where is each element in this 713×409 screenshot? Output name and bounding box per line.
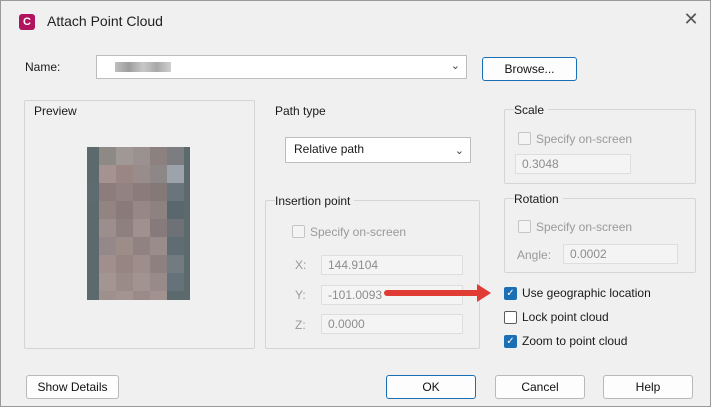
rotation-label: Rotation (514, 192, 563, 206)
dialog-title: Attach Point Cloud (47, 13, 163, 29)
attach-point-cloud-dialog: C Attach Point Cloud ✕ Name: ⌄ Browse...… (0, 0, 711, 407)
annotation-arrow-head (477, 284, 491, 302)
chevron-down-icon: ⌄ (454, 145, 464, 157)
y-label: Y: (295, 288, 306, 302)
browse-button[interactable]: Browse... (482, 57, 577, 81)
scale-specify-label: Specify on-screen (536, 132, 633, 146)
scale-specify-checkbox[interactable] (518, 132, 531, 145)
title-bar: C Attach Point Cloud ✕ (1, 1, 710, 41)
close-icon[interactable]: ✕ (681, 9, 701, 29)
preview-label: Preview (34, 104, 77, 118)
show-details-button[interactable]: Show Details (26, 375, 119, 399)
path-type-label: Path type (275, 104, 326, 118)
zoom-to-point-cloud-checkbox[interactable]: ✓ (504, 335, 517, 348)
x-label: X: (295, 258, 307, 272)
scale-field[interactable]: 0.3048 (515, 154, 631, 174)
angle-field[interactable]: 0.0002 (563, 244, 678, 264)
app-icon: C (19, 14, 35, 30)
lock-point-cloud-label: Lock point cloud (522, 310, 609, 324)
name-combo[interactable]: ⌄ (96, 55, 467, 79)
insertion-specify-label: Specify on-screen (310, 225, 407, 239)
ok-button[interactable]: OK (386, 375, 476, 399)
insertion-specify-checkbox[interactable] (292, 225, 305, 238)
scale-label: Scale (514, 103, 549, 117)
use-geographic-label: Use geographic location (522, 286, 651, 300)
chevron-down-icon: ⌄ (450, 60, 460, 72)
rotation-specify-label: Specify on-screen (536, 220, 633, 234)
x-field[interactable]: 144.9104 (321, 255, 463, 275)
angle-label: Angle: (517, 248, 552, 262)
z-field[interactable]: 0.0000 (321, 314, 463, 334)
insertion-point-label: Insertion point (275, 194, 355, 208)
use-geographic-checkbox[interactable]: ✓ (504, 287, 517, 300)
rotation-specify-checkbox[interactable] (518, 220, 531, 233)
name-label: Name: (25, 60, 61, 74)
path-type-select[interactable]: Relative path ⌄ (285, 137, 471, 163)
zoom-to-point-cloud-label: Zoom to point cloud (522, 334, 628, 348)
help-button[interactable]: Help (603, 375, 693, 399)
point-cloud-preview-image (87, 147, 190, 300)
blurred-name-value (115, 62, 171, 72)
annotation-arrow (384, 290, 482, 296)
lock-point-cloud-checkbox[interactable] (504, 311, 517, 324)
cancel-button[interactable]: Cancel (495, 375, 585, 399)
z-label: Z: (295, 318, 306, 332)
path-type-value: Relative path (294, 142, 365, 156)
